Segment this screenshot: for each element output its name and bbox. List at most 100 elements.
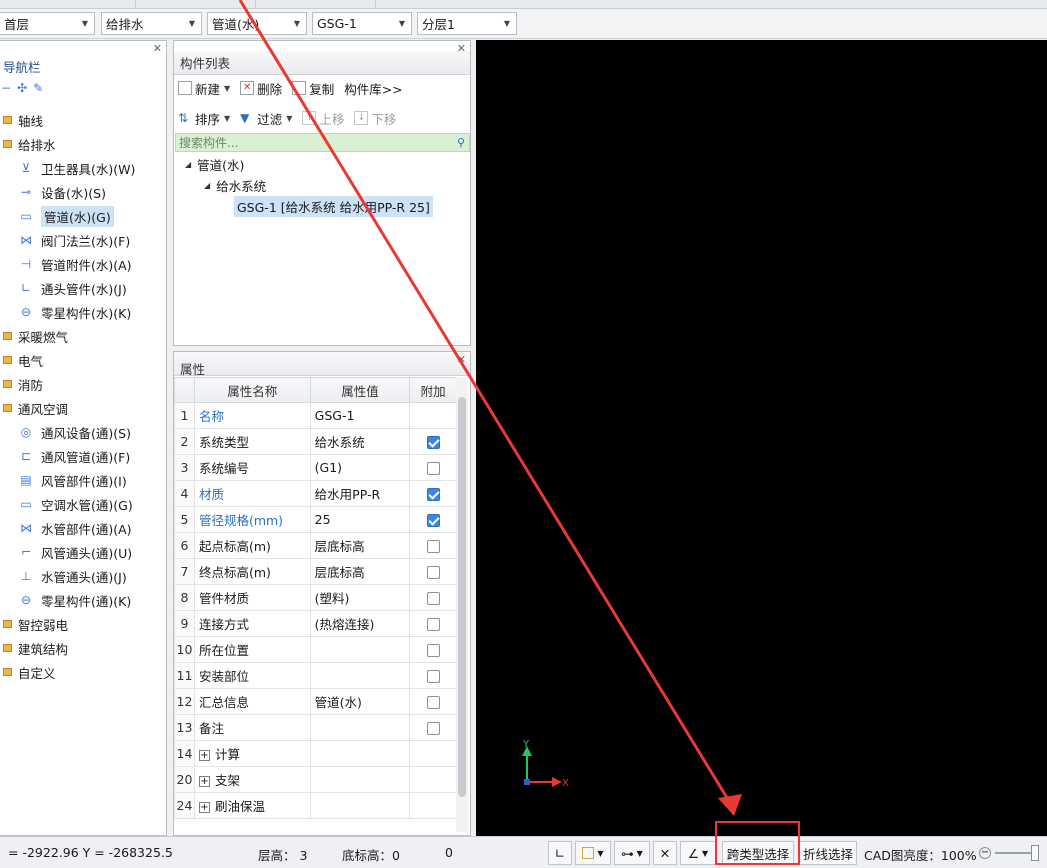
extra-checkbox[interactable]	[426, 696, 440, 709]
cross-button[interactable]: ✕	[653, 841, 677, 865]
table-row[interactable]: 8 管件材质 (塑料)	[174, 584, 457, 611]
nav-item-ac-pipe[interactable]: ▭ 空调水管(通)(G)	[17, 493, 132, 515]
polyline-select-button[interactable]: 折线选择	[799, 841, 857, 865]
drawing-canvas[interactable]: Y X	[476, 40, 1047, 836]
chevron-down-icon[interactable]: ▼	[224, 114, 230, 123]
table-row[interactable]: 6 起点标高(m) 层底标高	[174, 532, 457, 559]
expand-plus-icon[interactable]: +	[198, 802, 210, 813]
nav-item-pipe-fitting[interactable]: ⊣ 管道附件(水)(A)	[17, 253, 132, 275]
search-input[interactable]: 搜索构件... ⚲	[175, 133, 470, 152]
floor-select[interactable]: 首层 ▼	[0, 12, 95, 35]
brightness-slider-handle[interactable]	[1031, 845, 1039, 861]
tree-item-selected[interactable]: GSG-1 [给水系统 给水用PP-R 25]	[234, 195, 433, 217]
new-button[interactable]: 新建 ▼	[178, 79, 230, 98]
extra-checkbox[interactable]	[426, 540, 440, 553]
property-value[interactable]: 层底标高	[309, 558, 411, 585]
extra-checkbox[interactable]	[426, 670, 440, 683]
zoom-out-icon[interactable]: −	[979, 847, 991, 859]
table-row[interactable]: 9 连接方式 (热熔连接)	[174, 610, 457, 637]
search-icon[interactable]: ⚲	[457, 136, 465, 149]
property-value[interactable]: GSG-1	[309, 402, 411, 429]
nav-group-fire[interactable]: 消防	[3, 373, 43, 395]
nav-item-sanitary[interactable]: ⊻ 卫生器具(水)(W)	[17, 157, 136, 179]
ribbon-tab[interactable]	[256, 0, 376, 9]
snap-button[interactable]: ▼	[575, 841, 611, 865]
expand-triangle-icon[interactable]: ◢	[185, 160, 191, 169]
property-value[interactable]: 给水系统	[309, 428, 411, 455]
nav-group-custom[interactable]: 自定义	[3, 661, 56, 683]
delete-button[interactable]: ✕ 删除	[240, 79, 282, 98]
chevron-down-icon[interactable]: ▼	[185, 16, 199, 31]
table-row[interactable]: 5 管径规格(mm) 25	[174, 506, 457, 533]
nav-item-duct[interactable]: ⊏ 通风管道(通)(F)	[17, 445, 130, 467]
specialty-select[interactable]: 给排水 ▼	[101, 12, 202, 35]
copy-button[interactable]: 复制	[292, 79, 334, 98]
property-value[interactable]: (热熔连接)	[309, 610, 411, 637]
edit-icon[interactable]: ✎	[33, 81, 43, 95]
property-value[interactable]: 管道(水)	[309, 688, 411, 715]
table-row[interactable]: 4 材质 给水用PP-R	[174, 480, 457, 507]
nav-item-valve[interactable]: ⋈ 阀门法兰(水)(F)	[17, 229, 130, 251]
ribbon-tab[interactable]	[0, 0, 136, 9]
chevron-down-icon[interactable]: ▼	[395, 16, 409, 31]
nav-group-electric[interactable]: 电气	[3, 349, 43, 371]
component-select[interactable]: GSG-1 ▼	[312, 12, 412, 35]
sort-button[interactable]: ⇅ 排序 ▼	[178, 109, 230, 128]
close-icon[interactable]: ✕	[457, 42, 466, 55]
tree-root[interactable]: ◢ 管道(水)	[185, 154, 244, 174]
library-button[interactable]: 构件库>>	[344, 79, 402, 98]
layer-select[interactable]: 分层1 ▼	[417, 12, 517, 35]
chevron-down-icon[interactable]: ▼	[224, 84, 230, 93]
table-row[interactable]: 10 所在位置	[174, 636, 457, 663]
move-up-button[interactable]: ↑ 上移	[302, 109, 344, 128]
extra-checkbox[interactable]	[426, 488, 440, 501]
extra-checkbox[interactable]	[426, 566, 440, 579]
nav-item-water-part[interactable]: ⋈ 水管部件(通)(A)	[17, 517, 132, 539]
nav-item-misc[interactable]: ⊖ 零星构件(水)(K)	[17, 301, 131, 323]
table-row[interactable]: 13 备注	[174, 714, 457, 741]
chevron-down-icon[interactable]: ▼	[500, 16, 514, 31]
property-value[interactable]: 25	[309, 506, 411, 533]
table-row[interactable]: 7 终点标高(m) 层底标高	[174, 558, 457, 585]
table-row[interactable]: 24 + 刷油保温	[174, 792, 457, 819]
extra-checkbox[interactable]	[426, 462, 440, 475]
chevron-down-icon[interactable]: ▼	[290, 16, 304, 31]
extra-checkbox[interactable]	[426, 592, 440, 605]
nav-group-hvac[interactable]: 通风空调	[3, 397, 68, 419]
table-row[interactable]: 2 系统类型 给水系统	[174, 428, 457, 455]
chevron-down-icon[interactable]: ▼	[78, 16, 92, 31]
ribbon-tab[interactable]	[136, 0, 256, 9]
properties-scrollbar[interactable]	[456, 377, 468, 832]
expand-triangle-icon[interactable]: ◢	[204, 181, 210, 190]
chevron-down-icon[interactable]: ▼	[597, 849, 603, 858]
property-value[interactable]	[309, 662, 411, 689]
nav-group-heating[interactable]: 采暖燃气	[3, 325, 68, 347]
nav-item-equipment[interactable]: ⊸ 设备(水)(S)	[17, 181, 106, 203]
tree-system[interactable]: ◢ 给水系统	[204, 175, 266, 195]
collapse-icon[interactable]: −	[1, 81, 11, 95]
property-value[interactable]	[309, 636, 411, 663]
property-value[interactable]: (塑料)	[309, 584, 411, 611]
nav-group-smart[interactable]: 智控弱电	[3, 613, 68, 635]
extra-checkbox[interactable]	[426, 644, 440, 657]
nav-item-duct-elbow[interactable]: ⌐ 风管通头(通)(U)	[17, 541, 132, 563]
polar-button[interactable]: ⊶ ▼	[614, 841, 650, 865]
nav-item-misc-hvac[interactable]: ⊖ 零星构件(通)(K)	[17, 589, 131, 611]
nav-group-water[interactable]: 给排水	[3, 133, 56, 155]
filter-button[interactable]: ▼ 过滤 ▼	[240, 109, 292, 128]
nav-group-building[interactable]: 建筑结构	[3, 637, 68, 659]
extra-checkbox[interactable]	[426, 514, 440, 527]
chevron-down-icon[interactable]: ▼	[702, 849, 708, 858]
extra-checkbox[interactable]	[426, 436, 440, 449]
nav-item-water-elbow[interactable]: ⊥ 水管通头(通)(J)	[17, 565, 127, 587]
table-row[interactable]: 11 安装部位	[174, 662, 457, 689]
expand-plus-icon[interactable]: +	[198, 750, 210, 761]
nav-item-pipe[interactable]: ▭ 管道(水)(G)	[17, 205, 114, 227]
brightness-slider[interactable]	[995, 852, 1035, 854]
table-row[interactable]: 3 系统编号 (G1)	[174, 454, 457, 481]
nav-group-axis[interactable]: 轴线	[3, 109, 43, 131]
angle-button[interactable]: ∠ ▼	[680, 841, 716, 865]
table-row[interactable]: 14 + 计算	[174, 740, 457, 767]
extra-checkbox[interactable]	[426, 722, 440, 735]
move-icon[interactable]: ✣	[17, 81, 27, 95]
